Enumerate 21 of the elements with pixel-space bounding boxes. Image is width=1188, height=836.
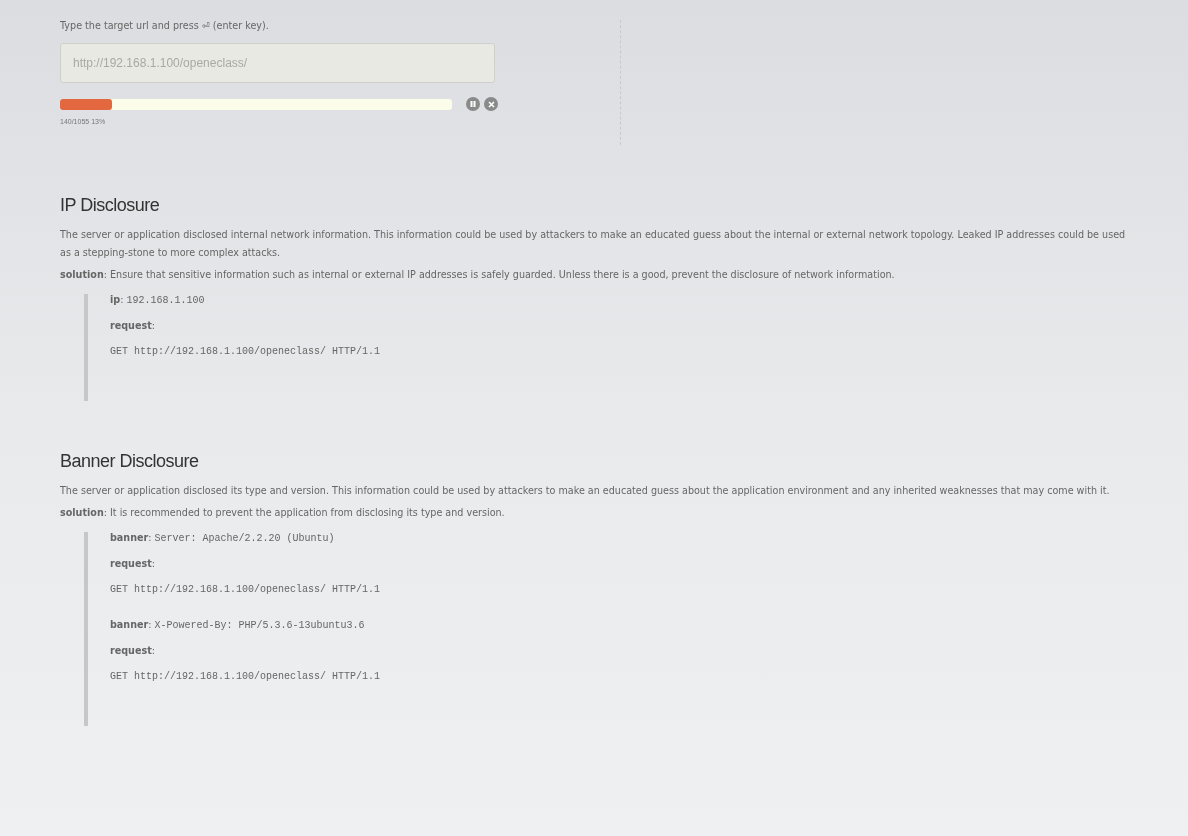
instruction-text: Type the target url and press ⏎ (enter key).: [60, 20, 270, 31]
pause-button[interactable]: [466, 97, 480, 111]
request-line: GET http://192.168.1.100/openeclass/ HTTP/1.1: [110, 670, 382, 682]
evidence-line: banner: X-Powered-By: PHP/5.3.6-13ubuntu3.6: [110, 619, 366, 631]
request-label: request:: [110, 558, 156, 569]
evidence-line: banner: Server: Apache/2.2.20 (Ubuntu): [110, 532, 336, 544]
finding-description: The server or application disclosed its type and version. This information could be used by attackers to make an educated guess about the application environment and any inherited weaknesses that may come with it.: [60, 484, 1111, 498]
finding-description: The server or application disclosed internal network information. This information could be used by attackers to make an educated guess about the internal or external network topology. Leaked IP addresses could be used as a stepping-stone to more complex attacks.: [60, 228, 1127, 260]
request-line: GET http://192.168.1.100/openeclass/ HTTP/1.1: [110, 345, 382, 357]
request-label: request:: [110, 320, 156, 331]
request-line: GET http://192.168.1.100/openeclass/ HTTP/1.1: [110, 583, 382, 595]
close-icon: [487, 100, 495, 108]
pause-icon: [470, 101, 476, 107]
finding-title: IP Disclosure: [60, 195, 161, 216]
solution-text: solution: Ensure that sensitive information such as internal or external IP addresses is safely guarded. Unless there is a good, prevent the disclosure of network information.: [60, 268, 896, 282]
url-field[interactable]: http://192.168.1.100/openeclass/: [60, 43, 495, 83]
solution-text: solution: It is recommended to prevent the application from disclosing its type and version.: [60, 506, 506, 520]
finding-title: Banner Disclosure: [60, 451, 200, 472]
evidence-line: ip: 192.168.1.100: [110, 294, 206, 306]
close-button[interactable]: [484, 97, 498, 111]
request-label: request:: [110, 645, 156, 656]
